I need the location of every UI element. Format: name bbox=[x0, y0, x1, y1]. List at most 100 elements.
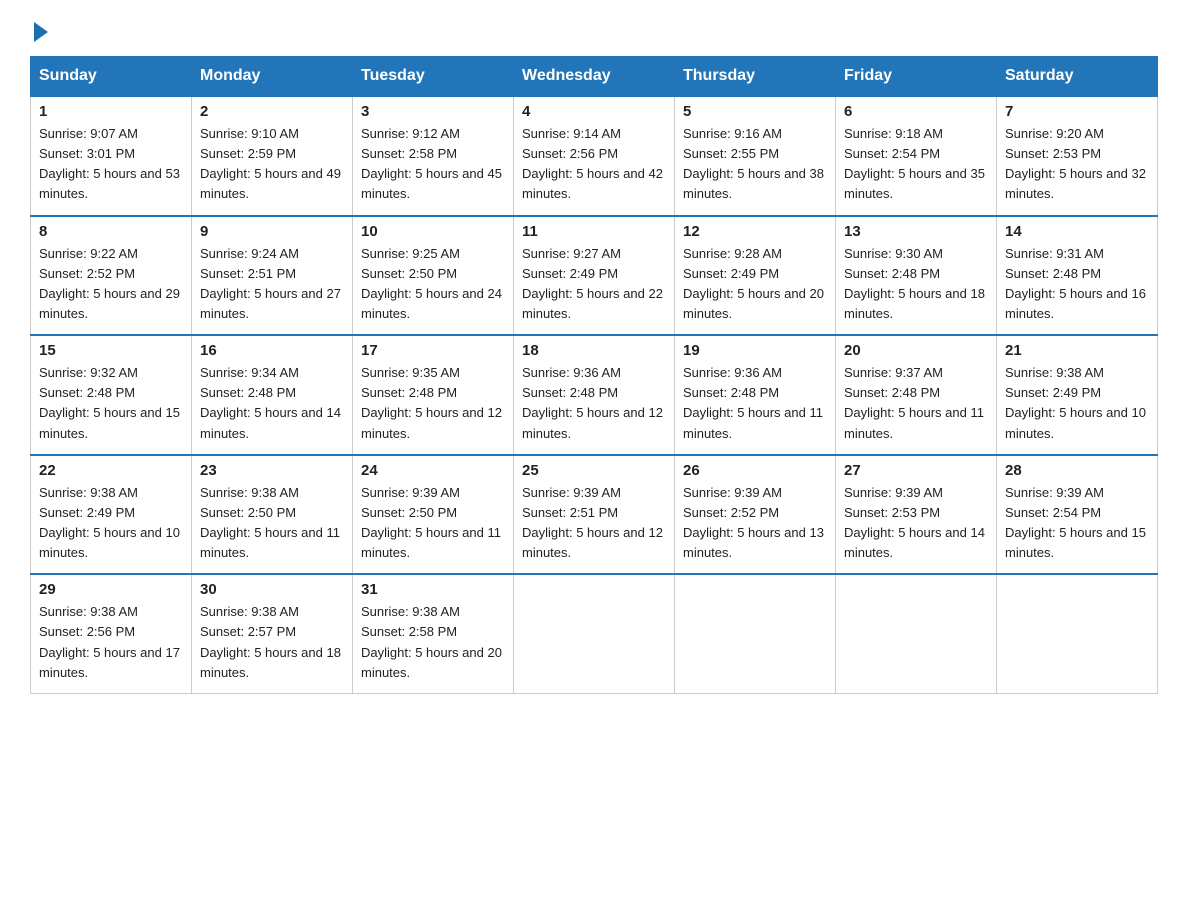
day-number: 24 bbox=[361, 462, 505, 479]
day-number: 20 bbox=[844, 342, 988, 359]
day-info: Sunrise: 9:39 AMSunset: 2:51 PMDaylight:… bbox=[522, 483, 666, 564]
day-number: 15 bbox=[39, 342, 183, 359]
day-info: Sunrise: 9:20 AMSunset: 2:53 PMDaylight:… bbox=[1005, 124, 1149, 205]
day-number: 27 bbox=[844, 462, 988, 479]
day-number: 1 bbox=[39, 103, 183, 120]
day-number: 3 bbox=[361, 103, 505, 120]
day-info: Sunrise: 9:10 AMSunset: 2:59 PMDaylight:… bbox=[200, 124, 344, 205]
logo bbox=[30, 20, 48, 38]
day-info: Sunrise: 9:36 AMSunset: 2:48 PMDaylight:… bbox=[522, 363, 666, 444]
day-number: 29 bbox=[39, 581, 183, 598]
header-saturday: Saturday bbox=[997, 57, 1158, 97]
day-number: 31 bbox=[361, 581, 505, 598]
header-thursday: Thursday bbox=[675, 57, 836, 97]
day-number: 14 bbox=[1005, 223, 1149, 240]
day-info: Sunrise: 9:39 AMSunset: 2:52 PMDaylight:… bbox=[683, 483, 827, 564]
calendar-cell: 30 Sunrise: 9:38 AMSunset: 2:57 PMDayligh… bbox=[192, 574, 353, 693]
day-info: Sunrise: 9:34 AMSunset: 2:48 PMDaylight:… bbox=[200, 363, 344, 444]
day-info: Sunrise: 9:38 AMSunset: 2:49 PMDaylight:… bbox=[1005, 363, 1149, 444]
day-number: 12 bbox=[683, 223, 827, 240]
day-number: 9 bbox=[200, 223, 344, 240]
day-info: Sunrise: 9:38 AMSunset: 2:56 PMDaylight:… bbox=[39, 602, 183, 683]
day-info: Sunrise: 9:07 AMSunset: 3:01 PMDaylight:… bbox=[39, 124, 183, 205]
day-number: 16 bbox=[200, 342, 344, 359]
page-header bbox=[30, 20, 1158, 38]
day-number: 10 bbox=[361, 223, 505, 240]
day-number: 6 bbox=[844, 103, 988, 120]
header-tuesday: Tuesday bbox=[353, 57, 514, 97]
day-number: 25 bbox=[522, 462, 666, 479]
logo-triangle-icon bbox=[34, 22, 48, 42]
calendar-cell: 1 Sunrise: 9:07 AMSunset: 3:01 PMDaylight… bbox=[31, 96, 192, 216]
day-number: 30 bbox=[200, 581, 344, 598]
calendar-cell: 18 Sunrise: 9:36 AMSunset: 2:48 PMDayligh… bbox=[514, 335, 675, 455]
day-info: Sunrise: 9:38 AMSunset: 2:57 PMDaylight:… bbox=[200, 602, 344, 683]
day-info: Sunrise: 9:22 AMSunset: 2:52 PMDaylight:… bbox=[39, 244, 183, 325]
calendar-cell: 11 Sunrise: 9:27 AMSunset: 2:49 PMDayligh… bbox=[514, 216, 675, 336]
calendar-cell: 6Sunrise: 9:18 AMSunset: 2:54 PMDaylight… bbox=[836, 96, 997, 216]
day-info: Sunrise: 9:24 AMSunset: 2:51 PMDaylight:… bbox=[200, 244, 344, 325]
calendar-week-row: 15Sunrise: 9:32 AMSunset: 2:48 PMDayligh… bbox=[31, 335, 1158, 455]
header-sunday: Sunday bbox=[31, 57, 192, 97]
calendar-cell: 20 Sunrise: 9:37 AMSunset: 2:48 PMDayligh… bbox=[836, 335, 997, 455]
calendar-week-row: 29 Sunrise: 9:38 AMSunset: 2:56 PMDayligh… bbox=[31, 574, 1158, 693]
day-info: Sunrise: 9:27 AMSunset: 2:49 PMDaylight:… bbox=[522, 244, 666, 325]
day-number: 11 bbox=[522, 223, 666, 240]
day-info: Sunrise: 9:28 AMSunset: 2:49 PMDaylight:… bbox=[683, 244, 827, 325]
calendar-cell: 23Sunrise: 9:38 AMSunset: 2:50 PMDayligh… bbox=[192, 455, 353, 575]
calendar-header-row: SundayMondayTuesdayWednesdayThursdayFrid… bbox=[31, 57, 1158, 97]
day-number: 22 bbox=[39, 462, 183, 479]
day-info: Sunrise: 9:25 AMSunset: 2:50 PMDaylight:… bbox=[361, 244, 505, 325]
calendar-cell bbox=[836, 574, 997, 693]
calendar-cell: 17 Sunrise: 9:35 AMSunset: 2:48 PMDayligh… bbox=[353, 335, 514, 455]
day-number: 5 bbox=[683, 103, 827, 120]
day-number: 18 bbox=[522, 342, 666, 359]
day-info: Sunrise: 9:16 AMSunset: 2:55 PMDaylight:… bbox=[683, 124, 827, 205]
day-number: 28 bbox=[1005, 462, 1149, 479]
calendar-cell: 9 Sunrise: 9:24 AMSunset: 2:51 PMDaylight… bbox=[192, 216, 353, 336]
calendar-table: SundayMondayTuesdayWednesdayThursdayFrid… bbox=[30, 56, 1158, 694]
calendar-cell: 8 Sunrise: 9:22 AMSunset: 2:52 PMDaylight… bbox=[31, 216, 192, 336]
calendar-cell: 31 Sunrise: 9:38 AMSunset: 2:58 PMDayligh… bbox=[353, 574, 514, 693]
header-wednesday: Wednesday bbox=[514, 57, 675, 97]
day-info: Sunrise: 9:36 AMSunset: 2:48 PMDaylight:… bbox=[683, 363, 827, 444]
calendar-cell: 24 Sunrise: 9:39 AMSunset: 2:50 PMDayligh… bbox=[353, 455, 514, 575]
calendar-cell: 19Sunrise: 9:36 AMSunset: 2:48 PMDayligh… bbox=[675, 335, 836, 455]
day-info: Sunrise: 9:38 AMSunset: 2:58 PMDaylight:… bbox=[361, 602, 505, 683]
calendar-cell: 21 Sunrise: 9:38 AMSunset: 2:49 PMDayligh… bbox=[997, 335, 1158, 455]
calendar-cell: 29 Sunrise: 9:38 AMSunset: 2:56 PMDayligh… bbox=[31, 574, 192, 693]
calendar-cell bbox=[514, 574, 675, 693]
calendar-cell: 5 Sunrise: 9:16 AMSunset: 2:55 PMDaylight… bbox=[675, 96, 836, 216]
day-number: 7 bbox=[1005, 103, 1149, 120]
day-number: 23 bbox=[200, 462, 344, 479]
day-info: Sunrise: 9:35 AMSunset: 2:48 PMDaylight:… bbox=[361, 363, 505, 444]
calendar-cell: 15Sunrise: 9:32 AMSunset: 2:48 PMDayligh… bbox=[31, 335, 192, 455]
calendar-cell bbox=[675, 574, 836, 693]
calendar-cell: 7 Sunrise: 9:20 AMSunset: 2:53 PMDaylight… bbox=[997, 96, 1158, 216]
day-info: Sunrise: 9:38 AMSunset: 2:49 PMDaylight:… bbox=[39, 483, 183, 564]
calendar-week-row: 1 Sunrise: 9:07 AMSunset: 3:01 PMDaylight… bbox=[31, 96, 1158, 216]
calendar-cell: 25 Sunrise: 9:39 AMSunset: 2:51 PMDayligh… bbox=[514, 455, 675, 575]
day-info: Sunrise: 9:14 AMSunset: 2:56 PMDaylight:… bbox=[522, 124, 666, 205]
calendar-cell: 10 Sunrise: 9:25 AMSunset: 2:50 PMDayligh… bbox=[353, 216, 514, 336]
header-monday: Monday bbox=[192, 57, 353, 97]
calendar-cell: 26 Sunrise: 9:39 AMSunset: 2:52 PMDayligh… bbox=[675, 455, 836, 575]
day-number: 2 bbox=[200, 103, 344, 120]
day-number: 8 bbox=[39, 223, 183, 240]
day-number: 26 bbox=[683, 462, 827, 479]
day-info: Sunrise: 9:12 AMSunset: 2:58 PMDaylight:… bbox=[361, 124, 505, 205]
day-info: Sunrise: 9:30 AMSunset: 2:48 PMDaylight:… bbox=[844, 244, 988, 325]
day-number: 17 bbox=[361, 342, 505, 359]
calendar-cell: 3 Sunrise: 9:12 AMSunset: 2:58 PMDaylight… bbox=[353, 96, 514, 216]
calendar-cell: 22 Sunrise: 9:38 AMSunset: 2:49 PMDayligh… bbox=[31, 455, 192, 575]
calendar-cell: 27Sunrise: 9:39 AMSunset: 2:53 PMDayligh… bbox=[836, 455, 997, 575]
day-info: Sunrise: 9:37 AMSunset: 2:48 PMDaylight:… bbox=[844, 363, 988, 444]
day-info: Sunrise: 9:31 AMSunset: 2:48 PMDaylight:… bbox=[1005, 244, 1149, 325]
day-number: 4 bbox=[522, 103, 666, 120]
day-info: Sunrise: 9:39 AMSunset: 2:50 PMDaylight:… bbox=[361, 483, 505, 564]
day-number: 21 bbox=[1005, 342, 1149, 359]
header-friday: Friday bbox=[836, 57, 997, 97]
calendar-cell: 16 Sunrise: 9:34 AMSunset: 2:48 PMDayligh… bbox=[192, 335, 353, 455]
calendar-cell: 2 Sunrise: 9:10 AMSunset: 2:59 PMDaylight… bbox=[192, 96, 353, 216]
calendar-week-row: 8 Sunrise: 9:22 AMSunset: 2:52 PMDaylight… bbox=[31, 216, 1158, 336]
